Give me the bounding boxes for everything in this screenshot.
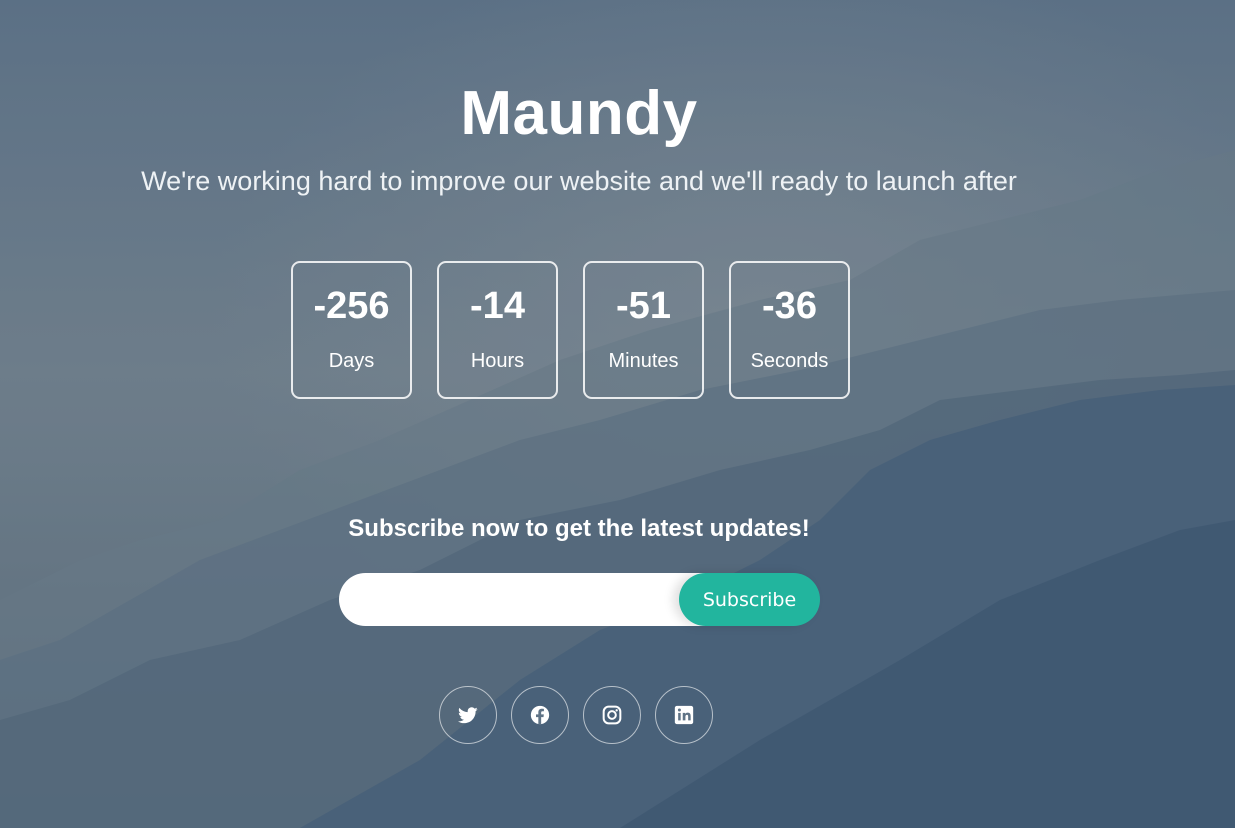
countdown-days-value: -256: [313, 285, 390, 327]
linkedin-link[interactable]: [655, 686, 713, 744]
countdown-seconds: -36 Seconds: [729, 261, 850, 399]
instagram-link[interactable]: [583, 686, 641, 744]
facebook-link[interactable]: [511, 686, 569, 744]
countdown-hours-label: Hours: [470, 350, 525, 372]
subscribe-form: Subscribe: [339, 573, 820, 626]
countdown-days: -256 Days: [291, 261, 412, 399]
countdown-days-label: Days: [328, 350, 375, 372]
twitter-link[interactable]: [439, 686, 497, 744]
countdown-minutes: -51 Minutes: [583, 261, 704, 399]
subscribe-button[interactable]: Subscribe: [679, 573, 820, 626]
countdown-minutes-value: -51: [616, 285, 671, 327]
social-links: [439, 686, 713, 744]
coming-soon-page: Maundy We're working hard to improve our…: [0, 0, 1235, 828]
subscribe-heading: Subscribe now to get the latest updates!: [348, 515, 810, 542]
facebook-icon: [530, 705, 550, 725]
site-title: Maundy: [460, 79, 698, 148]
countdown-timer: -256 Days -14 Hours -51 Minutes -36 Seco…: [291, 261, 850, 399]
countdown-hours: -14 Hours: [437, 261, 558, 399]
twitter-icon: [458, 706, 478, 723]
email-input[interactable]: [339, 573, 719, 626]
instagram-icon: [602, 705, 622, 725]
countdown-minutes-label: Minutes: [608, 350, 679, 372]
countdown-seconds-label: Seconds: [750, 350, 829, 372]
site-tagline: We're working hard to improve our websit…: [141, 166, 1017, 196]
countdown-seconds-value: -36: [762, 285, 817, 327]
countdown-hours-value: -14: [470, 285, 525, 327]
linkedin-icon: [674, 705, 694, 725]
